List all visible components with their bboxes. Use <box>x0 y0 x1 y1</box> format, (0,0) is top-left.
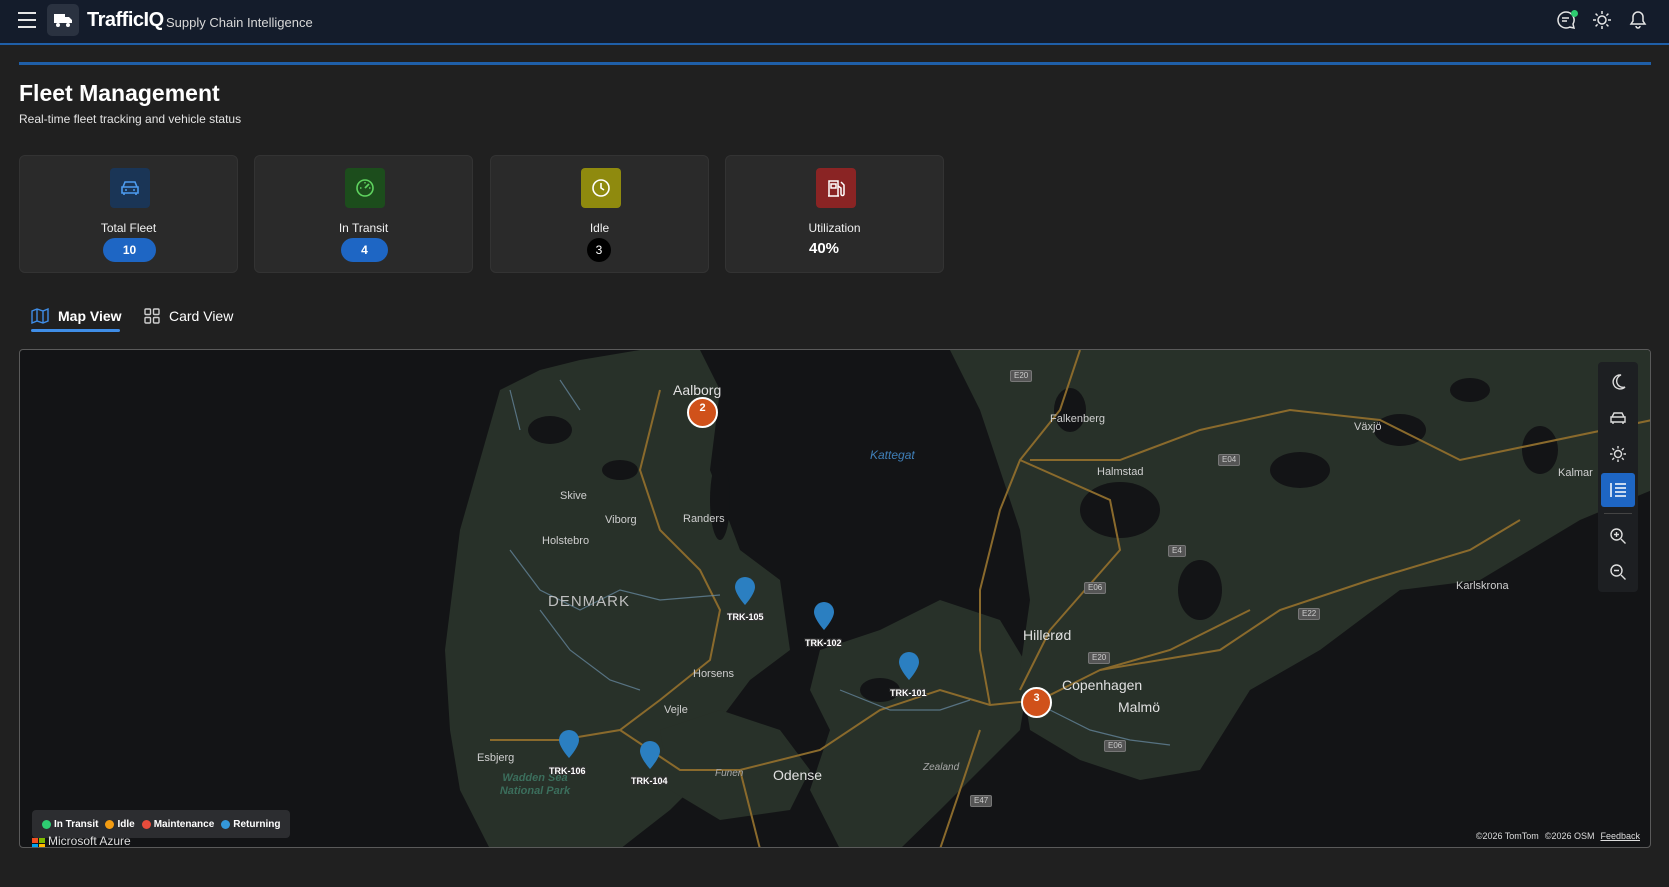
legend-item-returning: Returning <box>221 819 280 830</box>
tab-label: Card View <box>169 308 234 324</box>
page-title: Fleet Management <box>19 80 220 106</box>
map-base-layer <box>445 350 1650 847</box>
stat-label: Utilization <box>808 221 861 235</box>
fleet-map[interactable]: Aalborg Skive Viborg Randers Holstebro D… <box>19 349 1651 848</box>
legend-item-maintenance: Maintenance <box>141 819 214 830</box>
region-label: Funen <box>715 768 744 779</box>
place-label: Copenhagen <box>1062 677 1143 693</box>
stat-card-idle: Idle 3 <box>490 155 709 273</box>
land-zealand <box>810 600 1030 847</box>
highway-shield: E4 <box>1168 545 1186 557</box>
place-label: Halmstad <box>1097 466 1144 478</box>
land-funen <box>660 710 810 820</box>
map-attribution: ©2026 TomTom ©2026 OSM Feedback <box>1475 831 1640 841</box>
page-subtitle: Real-time fleet tracking and vehicle sta… <box>19 112 242 126</box>
place-label: Holstebro <box>542 535 590 547</box>
zoom-out-icon[interactable] <box>1601 555 1635 589</box>
place-label: Malmö <box>1118 699 1161 715</box>
menu-icon[interactable] <box>18 12 36 28</box>
microsoft-logo-icon <box>32 838 45 847</box>
divider <box>1604 513 1632 514</box>
highway-shield: E22 <box>1298 608 1321 620</box>
active-tab-indicator <box>31 329 120 332</box>
highway-shield: E06 <box>1104 740 1127 752</box>
top-bar: TrafficIQ Supply Chain Intelligence <box>0 0 1669 45</box>
tab-card-view[interactable]: Card View <box>144 300 233 332</box>
stat-value-badge: 10 <box>103 238 156 262</box>
car-icon[interactable] <box>1601 401 1635 435</box>
fuel-icon <box>816 168 856 208</box>
brand-subtitle: Supply Chain Intelligence <box>166 15 313 30</box>
legend-item-idle: Idle <box>105 819 135 830</box>
stat-value-badge: 4 <box>341 238 388 262</box>
water-label: Kattegat <box>870 448 915 462</box>
vehicle-label: TRK-106 <box>549 766 586 776</box>
stat-value-badge: 3 <box>587 238 611 262</box>
map-controls <box>1598 362 1638 592</box>
place-label: Randers <box>683 513 725 525</box>
list-icon[interactable] <box>1601 473 1635 507</box>
vehicle-label: TRK-104 <box>631 776 668 786</box>
map-branding: Microsoft Azure <box>48 834 131 848</box>
highway-shield: E20 <box>1088 652 1111 664</box>
zoom-in-icon[interactable] <box>1601 519 1635 553</box>
vehicle-pin[interactable] <box>558 729 580 759</box>
sun-icon[interactable] <box>1592 10 1614 32</box>
vehicle-label: TRK-105 <box>727 612 764 622</box>
highway-shield: E04 <box>1218 454 1241 466</box>
highway-shield: E06 <box>1084 582 1107 594</box>
tab-map-view[interactable]: Map View <box>31 300 122 332</box>
place-label: Skive <box>560 490 587 502</box>
bell-icon[interactable] <box>1628 10 1650 32</box>
place-label: Esbjerg <box>477 752 515 764</box>
speedometer-icon <box>345 168 385 208</box>
brand-name: TrafficIQ <box>87 9 164 31</box>
country-label: DENMARK <box>548 593 631 610</box>
vehicle-label: TRK-101 <box>890 688 927 698</box>
highway-shield: E20 <box>1010 370 1033 382</box>
place-label: Vejle <box>664 704 688 716</box>
highway-shield: E47 <box>970 795 993 807</box>
place-label: Karlskrona <box>1456 580 1509 592</box>
place-label: Horsens <box>693 668 734 680</box>
stat-label: In Transit <box>338 221 389 235</box>
vehicle-pin[interactable] <box>813 601 835 631</box>
place-label: Aalborg <box>673 382 722 398</box>
stat-card-total-fleet: Total Fleet 10 <box>19 155 238 273</box>
stat-value: 40% <box>809 240 840 257</box>
sun-icon[interactable] <box>1601 437 1635 471</box>
clock-icon <box>581 168 621 208</box>
vehicle-cluster-marker[interactable]: 3 <box>1021 687 1052 718</box>
vehicle-pin[interactable] <box>734 576 756 606</box>
chat-icon[interactable] <box>1556 10 1578 32</box>
place-label: Kalmar <box>1558 467 1593 479</box>
vehicle-pin[interactable] <box>639 740 661 770</box>
map-icon <box>31 308 49 324</box>
place-label: Odense <box>773 767 823 783</box>
place-label: Falkenberg <box>1050 413 1106 425</box>
car-icon <box>110 168 150 208</box>
stat-card-in-transit: In Transit 4 <box>254 155 473 273</box>
place-label: Viborg <box>605 514 637 526</box>
vehicle-label: TRK-102 <box>805 638 842 648</box>
grid-icon <box>144 308 160 324</box>
place-label: Växjö <box>1354 421 1382 433</box>
moon-icon[interactable] <box>1601 365 1635 399</box>
vehicle-pin[interactable] <box>898 651 920 681</box>
legend-item-in-transit: In Transit <box>42 819 98 830</box>
accent-line <box>19 62 1651 65</box>
stat-label: Idle <box>589 221 610 235</box>
region-label: Zealand <box>923 762 960 773</box>
notification-dot <box>1571 10 1578 17</box>
tab-label: Map View <box>58 308 122 324</box>
stat-card-utilization: Utilization 40% <box>725 155 944 273</box>
stat-label: Total Fleet <box>100 221 157 235</box>
vehicle-cluster-marker[interactable]: 2 <box>687 397 718 428</box>
feedback-link[interactable]: Feedback <box>1600 831 1640 841</box>
truck-icon <box>47 4 79 36</box>
place-label: Hillerød <box>1023 627 1072 643</box>
